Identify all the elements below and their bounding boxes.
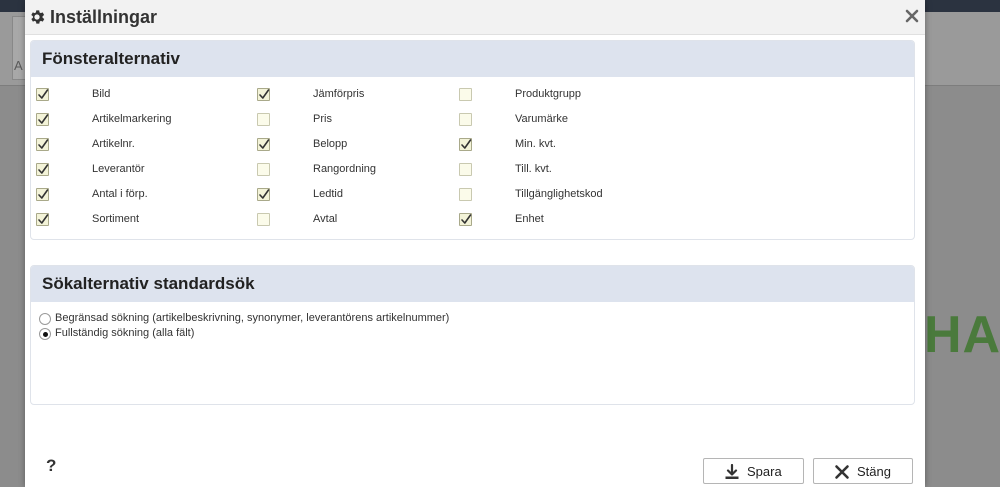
save-button[interactable]: Spara — [703, 458, 804, 484]
option-label: Rangordning — [313, 163, 376, 175]
option-checkbox[interactable] — [459, 163, 472, 176]
close-x-icon[interactable] — [904, 8, 920, 24]
option-label: Artikelnr. — [92, 138, 135, 150]
option-label: Belopp — [313, 138, 348, 150]
close-button[interactable]: Stäng — [813, 458, 913, 484]
save-label: Spara — [747, 464, 782, 479]
dialog-title: Inställningar — [50, 7, 158, 27]
option-label: Produktgrupp — [515, 88, 582, 100]
option-checkbox[interactable] — [257, 188, 270, 201]
option-checkbox[interactable] — [257, 88, 270, 101]
option-checkbox[interactable] — [459, 88, 472, 101]
checkmark-icon — [38, 214, 49, 224]
option-checkbox[interactable] — [36, 188, 49, 201]
option-checkbox[interactable] — [36, 88, 49, 101]
checkmark-icon — [38, 89, 49, 99]
radio-label: Fullständig sökning (alla fält) — [55, 327, 195, 339]
option-label: Pris — [313, 113, 332, 125]
app-brand-text: HAI — [924, 306, 1000, 364]
search-options-heading: Sökalternativ standardsök — [31, 266, 914, 302]
checkmark-icon — [461, 139, 472, 149]
close-label: Stäng — [857, 464, 891, 479]
option-checkbox[interactable] — [257, 113, 270, 126]
search-options-panel: Sökalternativ standardsök Begränsad sökn… — [30, 265, 915, 405]
option-checkbox[interactable] — [257, 138, 270, 151]
radio-button[interactable] — [39, 328, 51, 340]
checkmark-icon — [38, 189, 49, 199]
option-label: Tillgänglighetskod — [515, 188, 603, 200]
option-label: Min. kvt. — [515, 138, 556, 150]
option-checkbox[interactable] — [257, 163, 270, 176]
help-button[interactable]: ? — [46, 456, 56, 476]
option-checkbox[interactable] — [36, 113, 49, 126]
download-icon — [725, 464, 739, 479]
option-checkbox[interactable] — [459, 138, 472, 151]
checkmark-icon — [259, 189, 270, 199]
checkmark-icon — [461, 214, 472, 224]
option-checkbox[interactable] — [36, 163, 49, 176]
option-label: Artikelmarkering — [92, 113, 172, 125]
option-label: Ledtid — [313, 188, 343, 200]
option-label: Till. kvt. — [515, 163, 552, 175]
option-checkbox[interactable] — [36, 138, 49, 151]
window-options-panel: Fönsteralternativ Bild Artikelmarkering Ar… — [30, 40, 915, 240]
checkmark-icon — [259, 139, 270, 149]
checkmark-icon — [38, 139, 49, 149]
option-checkbox[interactable] — [459, 213, 472, 226]
close-x-icon — [835, 465, 849, 479]
checkmark-icon — [259, 89, 270, 99]
option-label: Leverantör — [92, 163, 145, 175]
option-label: Jämförpris — [313, 88, 365, 100]
radio-button[interactable] — [39, 313, 51, 325]
option-label: Enhet — [515, 213, 544, 225]
option-checkbox[interactable] — [459, 188, 472, 201]
radio-label: Begränsad sökning (artikelbeskrivning, s… — [55, 312, 450, 324]
option-checkbox[interactable] — [257, 213, 270, 226]
app-left-text: A — [14, 58, 23, 73]
option-checkbox[interactable] — [36, 213, 49, 226]
option-label: Sortiment — [92, 213, 140, 225]
dialog-titlebar: Inställningar — [25, 0, 925, 35]
option-label: Antal i förp. — [92, 188, 148, 200]
option-checkbox[interactable] — [459, 113, 472, 126]
window-options-heading: Fönsteralternativ — [31, 41, 914, 77]
checkmark-icon — [38, 164, 49, 174]
option-label: Varumärke — [515, 113, 568, 125]
option-label: Avtal — [313, 213, 338, 225]
checkmark-icon — [38, 114, 49, 124]
gear-icon — [31, 10, 45, 24]
settings-dialog: Inställningar Fönsteralternativ Bild Arti… — [25, 0, 925, 487]
option-label: Bild — [92, 88, 111, 100]
